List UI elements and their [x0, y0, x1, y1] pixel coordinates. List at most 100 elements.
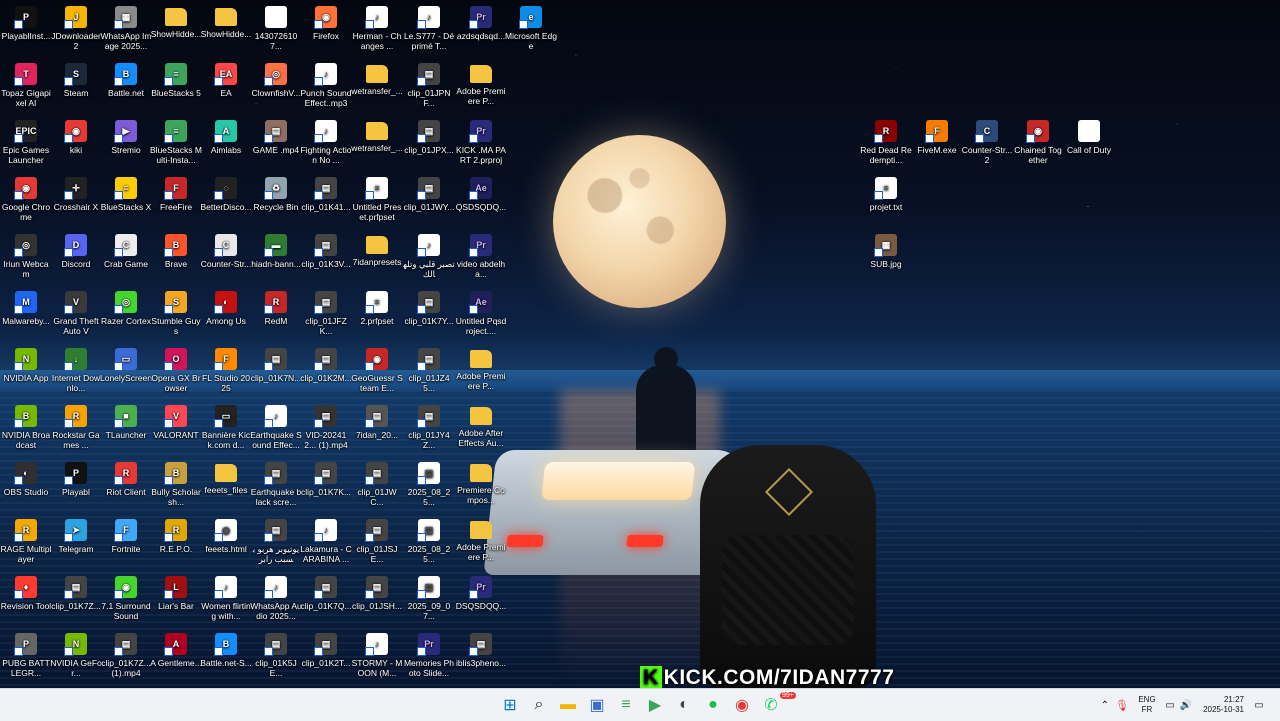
desktop-icon[interactable]: J JDownloader 2 [50, 0, 102, 51]
desktop-icon[interactable]: C Counter-Str... 2 [961, 114, 1013, 165]
language-indicator[interactable]: ENG FR [1132, 695, 1162, 715]
desktop-icon[interactable]: ≡ BlueStacks X [100, 171, 152, 212]
desktop-icon[interactable]: R R.E.P.O. [150, 513, 202, 554]
desktop-icon[interactable]: ≡ Untitled Preset.prfpset [351, 171, 403, 222]
desktop-icon[interactable]: ▤ clip_01K7Z... [50, 570, 102, 611]
desktop-icon[interactable]: ▤ يوتيوبر هربو بسبب رابر [250, 513, 302, 564]
desktop-icon[interactable]: ▭ LonelyScreen [100, 342, 152, 383]
desktop-icon[interactable]: ≡ projet.txt [860, 171, 912, 212]
desktop-icon[interactable]: ▤ clip_01JZ45... [403, 342, 455, 393]
desktop-icon[interactable]: Adobe Premiere P... [455, 342, 507, 391]
desktop-icon[interactable]: ▤ clip_01K2M... [300, 342, 352, 383]
desktop-icon[interactable]: F FiveM.exe [911, 114, 963, 155]
volume-icon[interactable]: 🔊 [1178, 700, 1194, 711]
desktop-icon[interactable]: ≡ BlueStacks 5 [150, 57, 202, 98]
desktop-icon[interactable]: ◐ Among Us [200, 285, 252, 326]
desktop-icon[interactable]: B Battle.net [100, 57, 152, 98]
clock[interactable]: 21:27 2025-10-31 [1198, 695, 1244, 715]
desktop-icon[interactable]: ▤ clip_01JY4Z... [403, 399, 455, 450]
desktop-icon[interactable]: ◎ Razer Cortex [100, 285, 152, 326]
desktop-icon[interactable]: P PUBG BATTLEGR... [0, 627, 52, 678]
search-icon[interactable]: ⌕ [527, 693, 551, 717]
desktop-icon[interactable]: R RedM [250, 285, 302, 326]
desktop-icon[interactable]: ♪ Punch Sound Effect..mp3 [300, 57, 352, 108]
desktop-icon[interactable]: ♪ Herman - Changes ... [351, 0, 403, 51]
desktop-icon[interactable]: T Topaz Gigapixel AI [0, 57, 52, 108]
desktop-icon[interactable]: M Malwareby... [0, 285, 52, 326]
desktop-icon[interactable]: ▭ Bannière Kick.com d... [200, 399, 252, 450]
desktop-icon[interactable]: V VALORANT [150, 399, 202, 440]
desktop-icon[interactable]: ▤ clip_01JPNF... [403, 57, 455, 108]
desktop-icon[interactable]: ♻ Recycle Bin [250, 171, 302, 212]
desktop-icon[interactable]: ▤ GAME .mp4 [250, 114, 302, 155]
desktop-icon[interactable]: L Liar's Bar [150, 570, 202, 611]
desktop-icon[interactable]: Ae QSDSQDQ... [455, 171, 507, 212]
desktop-icon[interactable]: Ae Untitled Pqsdroject.... [455, 285, 507, 336]
notification-icon[interactable]: ▭ [1250, 700, 1268, 711]
desktop-icon[interactable]: ♪ Lakamura - CARABINA ... [300, 513, 352, 564]
desktop-icon[interactable]: S Steam [50, 57, 102, 98]
desktop-icon[interactable]: Premiere Compos... [455, 456, 507, 505]
desktop-icon[interactable]: ♪ STORMY - MOON (M... [351, 627, 403, 678]
desktop-icon[interactable]: ◉ Google Chrome [0, 171, 52, 222]
desktop-icon[interactable]: ▤ clip_01JSH... [351, 570, 403, 611]
desktop-icon[interactable]: ♪ WhatsApp Audio 2025... [250, 570, 302, 621]
desktop-icon[interactable]: P Playabl [50, 456, 102, 497]
spotify-icon[interactable]: ● [701, 693, 725, 717]
desktop-icon[interactable]: F FL Studio 2025 [200, 342, 252, 393]
start-icon[interactable]: ⊞ [498, 693, 522, 717]
desktop-icon[interactable]: Pr video abdelha... [455, 228, 507, 279]
desktop-icon[interactable]: N NVIDIA App [0, 342, 52, 383]
desktop-icon[interactable]: 1430726107... [250, 0, 302, 51]
desktop-icon[interactable]: F FreeFire [150, 171, 202, 212]
desktop-icon[interactable]: EPIC Epic Games Launcher [0, 114, 52, 165]
desktop-icon[interactable]: R Red Dead Redempti... [860, 114, 912, 165]
desktop-icon[interactable]: ▤ clip_01K3V... [300, 228, 352, 269]
desktop-icon[interactable]: ▬ hiadn-bann... [250, 228, 302, 269]
desktop-icon[interactable]: Adobe Premiere P... [455, 57, 507, 106]
desktop-icon[interactable]: ▦ SUB.jpg [860, 228, 912, 269]
desktop-icon[interactable]: ◉ GeoGuessr Steam E... [351, 342, 403, 393]
desktop-icon[interactable]: R Rockstar Games ... [50, 399, 102, 450]
desktop-icon[interactable]: ▤ clip_01K2T... [300, 627, 352, 668]
desktop-icon[interactable]: ♪ تصبر قلبي وتلهالك [403, 228, 455, 279]
desktop-icon[interactable]: ▤ Earthquake black scre... [250, 456, 302, 507]
desktop-icon[interactable]: ▤ clip_01K7K... [300, 456, 352, 497]
desktop-icon[interactable]: ▤ clip_01K41... [300, 171, 352, 212]
desktop-icon[interactable]: Adobe Premiere P... [455, 513, 507, 562]
desktop-icon[interactable]: O Opera GX Browser [150, 342, 202, 393]
desktop-icon[interactable]: Adobe After Effects Au... [455, 399, 507, 448]
desktop-icon[interactable]: C Counter-Str... [200, 228, 252, 269]
desktop-icon[interactable]: A A Gentleme... [150, 627, 202, 668]
desktop-icon[interactable]: ▤ clip_01JFZK... [300, 285, 352, 336]
desktop-icon[interactable]: ◉ 7.1 Surround Sound [100, 570, 152, 621]
desktop-icon[interactable]: A Aimlabs [200, 114, 252, 155]
desktop-icon[interactable]: ◉ feeets.html [200, 513, 252, 554]
desktop-icon[interactable]: ▤ 2025_08_25... [403, 513, 455, 564]
file-explorer-icon[interactable]: ▬ [556, 693, 580, 717]
desktop-icon[interactable]: ▤ 7idan_20... [351, 399, 403, 440]
desktop-icon[interactable]: D Discord [50, 228, 102, 269]
desktop-icon[interactable]: ♪ Women flirting with... [200, 570, 252, 621]
desktop-icon[interactable]: ◎ Iriun Webcam [0, 228, 52, 279]
desktop-icon[interactable]: 7idanpresets [351, 228, 403, 267]
desktop-icon[interactable]: ▤ clip_01JWY... [403, 171, 455, 212]
desktop-icon[interactable]: C Crab Game [100, 228, 152, 269]
desktop-icon[interactable]: ▤ clip_01JWC... [351, 456, 403, 507]
desktop-icon[interactable]: EA EA [200, 57, 252, 98]
desktop-icon[interactable]: feeets_files [200, 456, 252, 495]
desktop-icon[interactable]: wetransfer_... [351, 57, 403, 96]
desktop-icon[interactable]: ▤ 2025_08_25... [403, 456, 455, 507]
desktop-icon[interactable]: ♪ Fighting Action No ... [300, 114, 352, 165]
chrome-icon[interactable]: ◉ [730, 693, 754, 717]
desktop-icon[interactable]: V Grand Theft Auto V [50, 285, 102, 336]
desktop-icon[interactable]: ↓ Internet Downlo... [50, 342, 102, 393]
desktop-icon[interactable]: ➤ Telegram [50, 513, 102, 554]
desktop-icon[interactable]: ◉ Firefox [300, 0, 352, 41]
desktop-icon[interactable]: e Microsoft Edge [505, 0, 557, 51]
desktop-icon[interactable]: R RAGE Multiplayer [0, 513, 52, 564]
desktop-icon[interactable]: Call of Duty [1063, 114, 1115, 155]
desktop-icon[interactable]: B NVIDIA Broadcast [0, 399, 52, 450]
desktop-icon[interactable]: Pr DSQSDQQ... [455, 570, 507, 611]
desktop-icon[interactable]: ShowHidde... [200, 0, 252, 39]
